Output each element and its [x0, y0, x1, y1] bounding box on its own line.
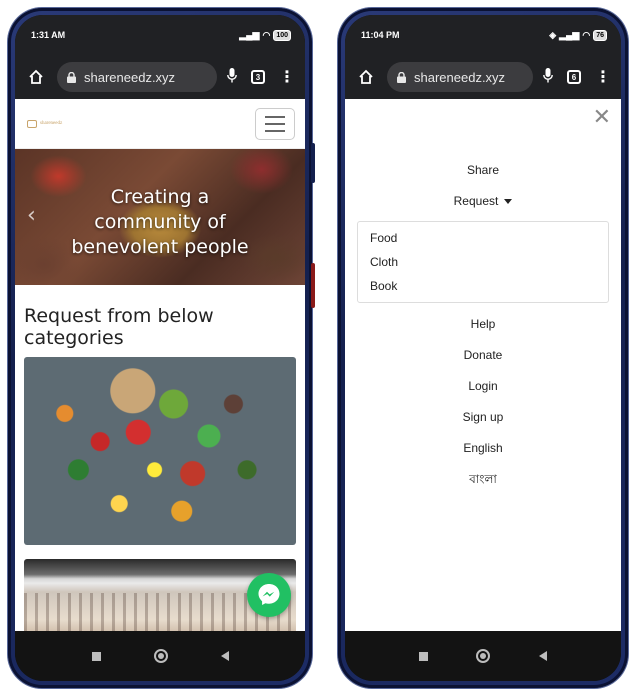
left-phone: 1:31 AM ▂▄▆ ◠ 100 shareneedz.xyz 3 ⋮ sha…: [8, 8, 315, 688]
back-button[interactable]: [538, 651, 547, 661]
right-phone: 11:04 PM ◈ ▂▄▆ ◠ 76 shareneedz.xyz 6 ⋮ ✕…: [338, 8, 628, 688]
volume-button: [311, 143, 315, 183]
close-menu-icon[interactable]: ✕: [593, 107, 611, 129]
microphone-icon[interactable]: [227, 67, 237, 87]
tab-switcher-button[interactable]: 6: [567, 70, 581, 84]
caret-down-icon: [504, 199, 513, 205]
status-icons: ◈ ▂▄▆ ◠ 76: [549, 29, 607, 41]
logo-icon: [27, 119, 37, 128]
url-text: shareneedz.xyz: [84, 69, 176, 85]
menu-item-bangla[interactable]: বাংলা: [345, 464, 621, 495]
wifi-icon: ◠: [582, 29, 591, 40]
site-logo[interactable]: shareneedz: [27, 119, 63, 128]
menu-item-donate[interactable]: Donate: [345, 340, 621, 371]
signal-icon: ▂▄▆: [239, 29, 260, 40]
menu-item-signup[interactable]: Sign up: [345, 402, 621, 433]
dropdown-item-food[interactable]: Food: [358, 226, 608, 250]
more-options-icon[interactable]: ⋮: [279, 69, 295, 85]
menu-item-request-label: Request: [453, 194, 499, 208]
hamburger-line: [265, 129, 285, 132]
menu-item-request[interactable]: Request: [345, 186, 621, 217]
request-dropdown: Food Cloth Book: [357, 221, 609, 303]
hamburger-line: [265, 122, 285, 125]
battery-icon: 100: [273, 29, 291, 41]
hamburger-menu-button[interactable]: [255, 107, 295, 140]
messenger-icon: [258, 584, 280, 605]
signal-icon: ▂▄▆: [559, 29, 580, 40]
android-nav-bar: [15, 631, 305, 681]
lock-icon: [67, 71, 76, 83]
web-page: shareneedz ‹ Creating a community of ben…: [15, 99, 305, 631]
alarm-icon: ◈: [549, 29, 557, 40]
home-icon[interactable]: [355, 66, 377, 88]
home-button[interactable]: [153, 649, 168, 663]
web-page-menu-open: ✕ Share Request Food Cloth Book Help Don…: [345, 99, 621, 631]
menu-item-english[interactable]: English: [345, 433, 621, 464]
status-time: 1:31 AM: [31, 30, 66, 40]
url-text: shareneedz.xyz: [414, 69, 506, 85]
browser-actions: 6 ⋮: [543, 67, 611, 87]
logo-wordmark: shareneedz: [40, 121, 63, 126]
power-button: [311, 263, 315, 308]
right-screen: 11:04 PM ◈ ▂▄▆ ◠ 76 shareneedz.xyz 6 ⋮ ✕…: [345, 15, 621, 681]
hamburger-line: [265, 115, 285, 118]
lock-icon: [397, 71, 406, 83]
address-bar[interactable]: shareneedz.xyz: [57, 62, 217, 92]
nav-menu: Share Request Food Cloth Book Help Donat…: [345, 155, 621, 495]
dropdown-item-cloth[interactable]: Cloth: [358, 250, 608, 274]
status-time: 11:04 PM: [361, 30, 400, 40]
section-title: Request from below categories: [24, 305, 214, 349]
status-bar: 1:31 AM ▂▄▆ ◠ 100: [15, 15, 305, 55]
more-options-icon[interactable]: ⋮: [595, 69, 611, 85]
menu-item-help[interactable]: Help: [345, 309, 621, 340]
left-screen: 1:31 AM ▂▄▆ ◠ 100 shareneedz.xyz 3 ⋮ sha…: [15, 15, 305, 681]
recent-apps-button[interactable]: [419, 651, 429, 661]
wifi-icon: ◠: [262, 29, 271, 40]
home-button[interactable]: [476, 649, 491, 663]
browser-toolbar: shareneedz.xyz 6 ⋮: [345, 55, 621, 99]
android-nav-bar: [345, 631, 621, 681]
back-button[interactable]: [220, 651, 229, 661]
messenger-chat-button[interactable]: [247, 573, 291, 617]
tab-switcher-button[interactable]: 3: [251, 70, 265, 84]
category-card-food[interactable]: [24, 357, 296, 545]
hero-carousel: ‹ Creating a community of benevolent peo…: [15, 149, 305, 285]
microphone-icon[interactable]: [543, 67, 553, 87]
status-bar: 11:04 PM ◈ ▂▄▆ ◠ 76: [345, 15, 621, 55]
site-header: shareneedz: [15, 99, 305, 149]
status-icons: ▂▄▆ ◠ 100: [239, 29, 291, 41]
dropdown-item-book[interactable]: Book: [358, 274, 608, 298]
browser-actions: 3 ⋮: [227, 67, 295, 87]
battery-icon: 76: [593, 29, 607, 41]
menu-item-share[interactable]: Share: [345, 155, 621, 186]
recent-apps-button[interactable]: [91, 651, 101, 661]
hero-caption: Creating a community of benevolent peopl…: [71, 186, 249, 258]
address-bar[interactable]: shareneedz.xyz: [387, 62, 533, 92]
browser-toolbar: shareneedz.xyz 3 ⋮: [15, 55, 305, 99]
home-icon[interactable]: [25, 66, 47, 88]
menu-item-login[interactable]: Login: [345, 371, 621, 402]
